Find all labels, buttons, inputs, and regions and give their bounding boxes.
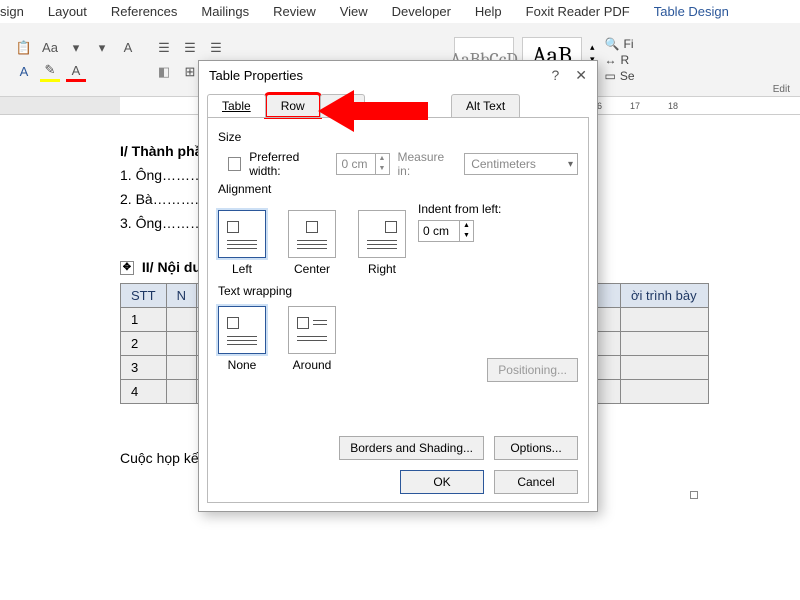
align-center-label: Center: [294, 262, 330, 276]
preferred-width-label: Preferred width:: [249, 150, 328, 178]
multilevel-icon[interactable]: ☰: [206, 38, 226, 58]
spin-down-icon[interactable]: ▼: [459, 231, 473, 241]
spin-up-icon[interactable]: ▲: [459, 221, 473, 231]
chevron-down-icon[interactable]: ▾: [66, 38, 86, 58]
tab-column[interactable]: Co: [320, 94, 365, 117]
ruler-mark: 17: [616, 101, 654, 111]
paste-icon[interactable]: 📋: [14, 38, 34, 58]
borders-icon[interactable]: ⊞: [180, 62, 200, 82]
dialog-tabs: Table Row Co Alt Text: [207, 94, 589, 117]
replace-button[interactable]: ↔ R: [605, 53, 635, 67]
numbering-icon[interactable]: ☰: [180, 38, 200, 58]
tab-developer[interactable]: Developer: [392, 4, 451, 19]
font-color-icon[interactable]: A: [66, 62, 86, 82]
tab-design[interactable]: sign: [0, 4, 24, 19]
clear-format-icon[interactable]: A: [118, 38, 138, 58]
table-properties-dialog: Table Properties ? ✕ Table Row Co Alt Te…: [198, 60, 598, 512]
dialog-titlebar[interactable]: Table Properties ? ✕: [199, 61, 597, 90]
preferred-width-input[interactable]: 0 cm ▲▼: [336, 153, 389, 175]
align-center-button[interactable]: [288, 210, 336, 258]
dialog-body: Size Preferred width: 0 cm ▲▼ Measure in…: [207, 117, 589, 503]
preferred-width-checkbox[interactable]: [228, 157, 241, 171]
spin-up-icon[interactable]: ▲: [375, 154, 389, 164]
spin-down-icon[interactable]: ▼: [375, 164, 389, 174]
size-label: Size: [218, 130, 578, 144]
cancel-button[interactable]: Cancel: [494, 470, 578, 494]
select-button[interactable]: ▭ Se: [605, 69, 635, 83]
tab-help[interactable]: Help: [475, 4, 502, 19]
tab-table[interactable]: Table: [207, 94, 266, 117]
tab-row[interactable]: Row: [266, 94, 320, 117]
measure-in-label: Measure in:: [398, 150, 457, 178]
shading-icon[interactable]: ◧: [154, 62, 174, 82]
wrap-around-label: Around: [293, 358, 332, 372]
ok-button[interactable]: OK: [400, 470, 484, 494]
tab-references[interactable]: References: [111, 4, 177, 19]
font-size-select[interactable]: ▾: [92, 38, 112, 58]
editing-group: 🔍 Fi ↔ R ▭ Se: [605, 37, 641, 83]
measure-in-select[interactable]: Centimeters: [464, 153, 578, 175]
indent-input[interactable]: 0 cm ▲▼: [418, 220, 474, 242]
borders-shading-button[interactable]: Borders and Shading...: [339, 436, 484, 460]
find-button[interactable]: 🔍 Fi: [605, 37, 635, 51]
ribbon-tabs: sign Layout References Mailings Review V…: [0, 0, 800, 23]
table-move-handle-icon[interactable]: ✥: [120, 261, 134, 275]
indent-label: Indent from left:: [418, 202, 501, 216]
tab-mailings[interactable]: Mailings: [201, 4, 249, 19]
tab-table-design[interactable]: Table Design: [654, 4, 729, 19]
wrap-none-button[interactable]: [218, 306, 266, 354]
alignment-label: Alignment: [218, 182, 578, 196]
bullets-icon[interactable]: ☰: [154, 38, 174, 58]
tab-layout[interactable]: Layout: [48, 4, 87, 19]
table-header: ời trình bày: [620, 284, 708, 308]
align-right-button[interactable]: [358, 210, 406, 258]
align-left-label: Left: [232, 262, 252, 276]
tab-view[interactable]: View: [340, 4, 368, 19]
text-effects-icon[interactable]: A: [14, 62, 34, 82]
help-icon[interactable]: ?: [551, 67, 559, 84]
ruler-mark: 18: [654, 101, 692, 111]
wrap-none-label: None: [228, 358, 257, 372]
table-header: N: [166, 284, 196, 308]
highlight-icon[interactable]: ✎: [40, 62, 60, 82]
options-button[interactable]: Options...: [494, 436, 578, 460]
positioning-button[interactable]: Positioning...: [487, 358, 578, 382]
dialog-title: Table Properties: [209, 68, 303, 83]
close-icon[interactable]: ✕: [575, 67, 587, 84]
editor-group-label: Edit: [773, 84, 790, 95]
text-wrapping-label: Text wrapping: [218, 284, 578, 298]
tab-alt-text[interactable]: Alt Text: [451, 94, 520, 117]
align-right-label: Right: [368, 262, 396, 276]
tab-foxit[interactable]: Foxit Reader PDF: [526, 4, 630, 19]
table-header: STT: [121, 284, 167, 308]
font-case-icon[interactable]: Aa: [40, 38, 60, 58]
gallery-up-icon[interactable]: ▴: [590, 42, 595, 53]
wrap-around-button[interactable]: [288, 306, 336, 354]
tab-review[interactable]: Review: [273, 4, 316, 19]
align-left-button[interactable]: [218, 210, 266, 258]
table-resize-handle-icon[interactable]: [690, 491, 698, 499]
